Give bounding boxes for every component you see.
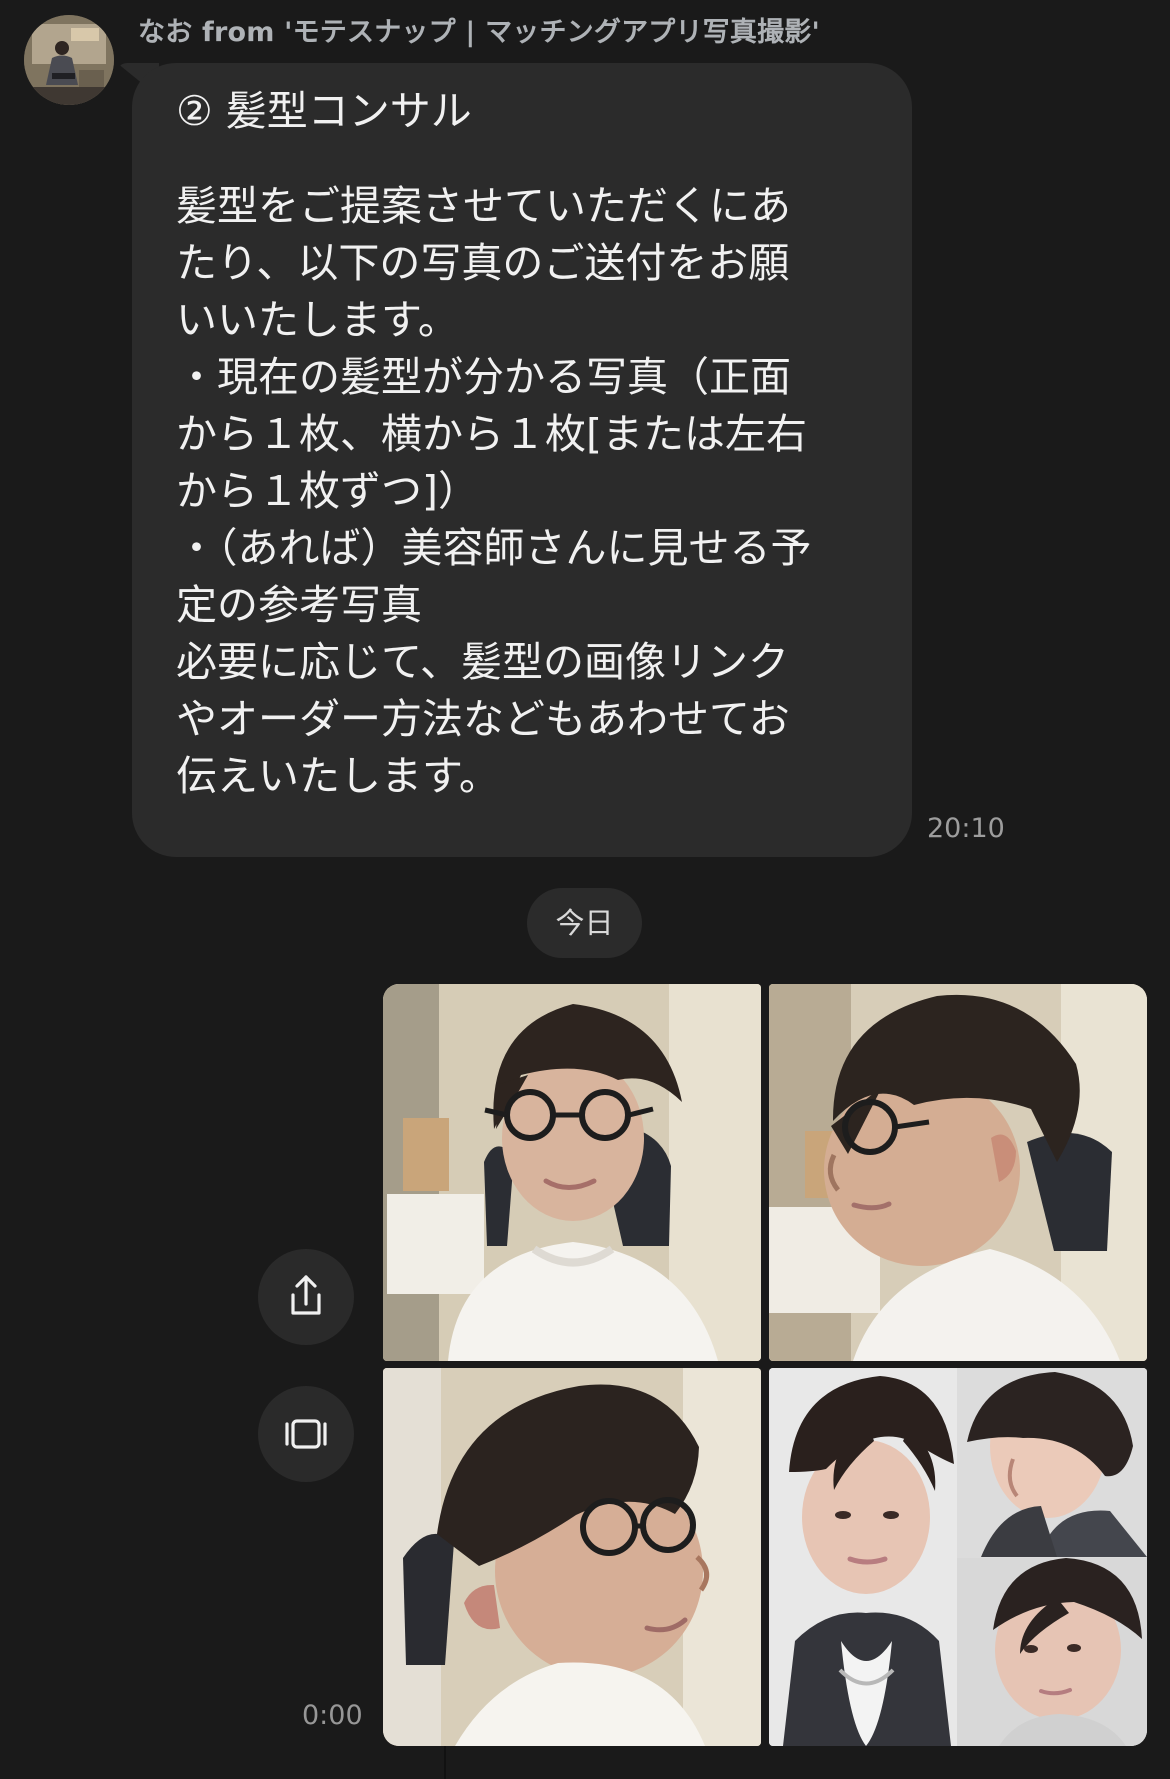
user-avatar-icon [24,15,114,105]
attachment-photo-grid[interactable] [383,984,1147,1746]
carousel-button[interactable] [258,1386,354,1482]
hairstyle-reference-icon [769,1368,1147,1746]
photo-side-view-right[interactable] [769,984,1147,1361]
chat-screen: なお from 'モテスナップ | マッチングアプリ写真撮影' ② 髪型コンサル… [0,0,1170,1779]
photo-side-view-left[interactable] [383,1368,761,1746]
portrait-photo-icon [383,984,761,1361]
portrait-photo-icon [383,1368,761,1746]
incoming-message-bubble[interactable]: ② 髪型コンサル 髪型をご提案させていただくにあ たり、以下の写真のご送付をお願… [132,63,912,857]
photo-front-view[interactable] [383,984,761,1361]
day-separator: 今日 [527,888,642,958]
share-icon [291,1275,321,1315]
message-body: 髪型をご提案させていただくにあ たり、以下の写真のご送付をお願 いいたします。 … [176,182,812,800]
scroll-indicator [444,1746,446,1779]
sender-name: なお from 'モテスナップ | マッチングアプリ写真撮影' [138,17,820,48]
message-title: ② 髪型コンサル [176,87,472,135]
reference-hairstyle-collage[interactable] [769,1368,1147,1746]
sender-avatar[interactable] [24,15,114,105]
attachment-timestamp: 0:00 [302,1700,363,1731]
share-button[interactable] [258,1249,354,1345]
message-timestamp: 20:10 [927,813,1005,844]
carousel-icon [285,1419,327,1449]
portrait-photo-icon [769,984,1147,1361]
